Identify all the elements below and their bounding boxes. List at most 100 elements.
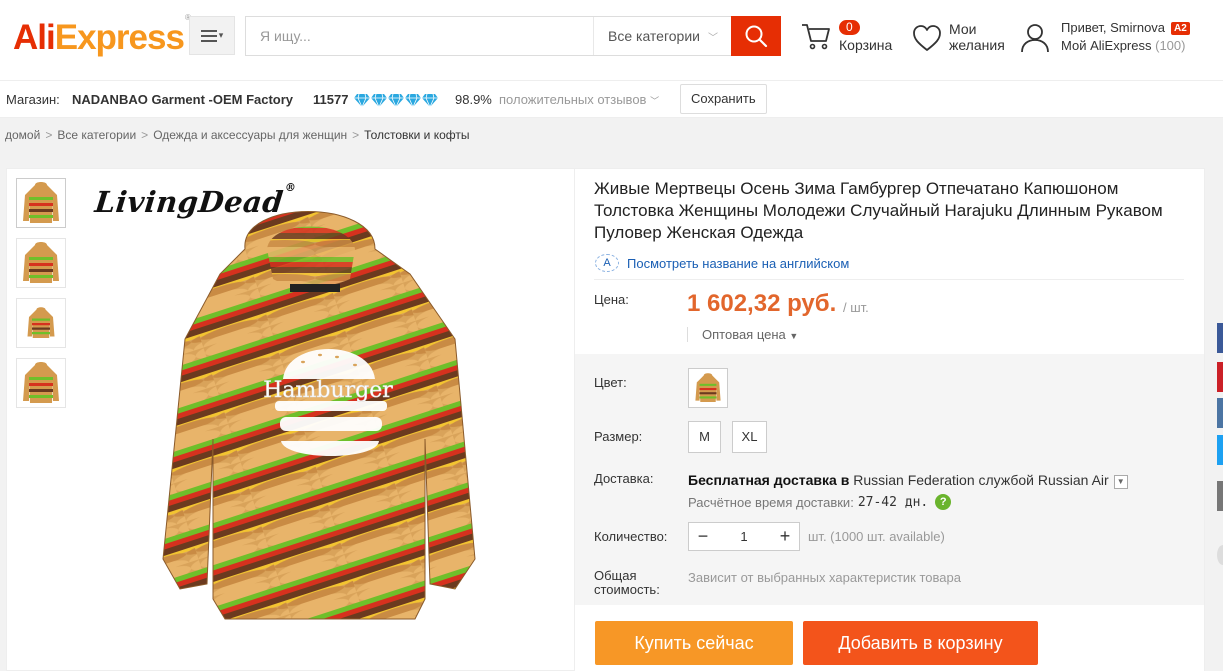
hoodie-print-text: Hamburger [263, 378, 393, 403]
caret-down-icon: ▼ [789, 331, 799, 341]
my-aliexpress-label: Мой AliExpress [1061, 38, 1152, 53]
color-swatch-image [695, 373, 721, 402]
search-box: Все категории ﹀ [245, 16, 732, 56]
cart-label: Корзина [839, 37, 893, 53]
shipping-dropdown-icon[interactable]: ▼ [1113, 475, 1128, 489]
logo-ali: Ali [13, 18, 56, 57]
product-title: Живые Мертвецы Осень Зима Гамбургер Отпе… [594, 179, 1163, 242]
add-to-cart-button[interactable]: Добавить в корзину [803, 621, 1038, 665]
delivery-estimate: Расчётное время доставки: 27-42 дн. ? [688, 494, 952, 510]
quantity-available: шт. (1000 шт. available) [808, 529, 945, 544]
quantity-decrease-button[interactable]: − [689, 523, 717, 550]
search-button[interactable] [731, 16, 781, 56]
user-icon [1021, 24, 1049, 53]
thumbnail-3[interactable] [16, 298, 66, 348]
diamond-icon [422, 93, 438, 107]
size-option-xl[interactable]: XL [732, 421, 767, 453]
facebook-share-icon[interactable] [1217, 323, 1223, 353]
thumbnail-4[interactable] [16, 358, 66, 408]
hoodie-thumbnail-image [23, 242, 59, 283]
quantity-input[interactable]: 1 [717, 523, 771, 550]
store-label: Магазин: [6, 92, 60, 107]
help-icon[interactable]: ? [935, 494, 952, 510]
shipping-service: Russian Air [1037, 472, 1109, 488]
store-score: 11577 [313, 92, 349, 107]
thumbnail-1[interactable] [16, 178, 66, 228]
positive-feedback-label: положительных отзывов [499, 92, 647, 107]
price-unit: / шт. [843, 300, 869, 315]
breadcrumb-separator: > [352, 128, 360, 142]
diamond-icon [405, 93, 421, 107]
total-cost-label-line1: Общая [594, 568, 637, 583]
back-to-top-button[interactable] [1217, 545, 1223, 565]
search-icon [745, 25, 768, 48]
heart-icon [913, 25, 941, 51]
hamburger-menu-icon [200, 29, 217, 42]
shipping-label: Доставка: [594, 471, 654, 486]
delivery-days: 27-42 дн. [857, 494, 929, 510]
translate-icon: A [595, 254, 619, 272]
price-label: Цена: [594, 292, 629, 307]
view-english-title-link[interactable]: A Посмотреть название на английском [595, 254, 849, 272]
site-header: AliExpress® ▾ Все категории ﹀ 0 Корзина … [0, 0, 1223, 80]
color-swatch-hamburger[interactable] [688, 368, 728, 408]
categories-menu-button[interactable]: ▾ [189, 16, 235, 55]
wishlist-label: Мои желания [949, 21, 1005, 53]
search-category-value: Все категории [608, 28, 700, 44]
product-main-image[interactable]: Hamburger [75, 179, 555, 659]
breadcrumb-separator: > [141, 128, 149, 142]
account-greeting: Привет, Smirnova A2 [1061, 20, 1190, 35]
total-cost-label-line2: стоимость: [594, 582, 660, 597]
total-cost-label: Общая стоимость: [594, 569, 660, 597]
size-option-m[interactable]: M [688, 421, 721, 453]
store-name-link[interactable]: NADANBAO Garment -OEM Factory [72, 81, 293, 119]
aliexpress-logo[interactable]: AliExpress® [13, 13, 191, 58]
share-icon[interactable] [1217, 481, 1223, 511]
vk-share-icon[interactable] [1217, 398, 1223, 428]
diamond-icon [371, 93, 387, 107]
account-count: (100) [1155, 38, 1186, 53]
shipping-via: службой [978, 472, 1034, 488]
wishlist-label-line1: Мои [949, 21, 977, 37]
breadcrumb-home[interactable]: домой [5, 128, 40, 142]
account-level-badge: A2 [1171, 22, 1190, 35]
quantity-label: Количество: [594, 529, 668, 544]
cart-count-badge: 0 [839, 20, 860, 35]
total-cost-value: Зависит от выбранных характеристик товар… [688, 570, 961, 585]
account-greeting-text: Привет, Smirnova [1061, 20, 1166, 35]
thumbnail-2[interactable] [16, 238, 66, 288]
thumbnail-list [16, 178, 66, 408]
product-price: 1 602,32 руб. [687, 290, 837, 317]
collar-label [290, 284, 340, 292]
shipping-free-text: Бесплатная доставка в [688, 472, 850, 488]
search-input[interactable] [246, 17, 593, 55]
breadcrumb-separator: > [45, 128, 53, 142]
buy-now-button[interactable]: Купить сейчас [595, 621, 793, 665]
logo-express: Express [54, 18, 185, 57]
twitter-share-icon[interactable] [1217, 435, 1223, 465]
caret-down-icon: ▾ [218, 30, 224, 40]
breadcrumb-women-clothing[interactable]: Одежда и аксессуары для женщин [153, 128, 347, 142]
store-rating-diamonds [354, 93, 438, 107]
my-aliexpress-link[interactable]: Мой AliExpress (100) [1061, 38, 1185, 53]
search-category-select[interactable]: Все категории ﹀ [593, 17, 732, 55]
diamond-icon [354, 93, 370, 107]
store-bar: Магазин: NADANBAO Garment -OEM Factory 1… [0, 80, 1223, 118]
size-label: Размер: [594, 429, 643, 444]
cart-link[interactable]: 0 Корзина [800, 18, 900, 58]
quantity-stepper: − 1 + [688, 522, 800, 551]
positive-feedback-dropdown[interactable]: положительных отзывов ﹀ [499, 81, 659, 120]
view-english-title-label: Посмотреть название на английском [627, 255, 850, 271]
divider [594, 279, 1184, 280]
chevron-down-icon: ﹀ [650, 96, 660, 106]
product-info-panel: Живые Мертвецы Осень Зима Гамбургер Отпе… [575, 168, 1205, 671]
color-label: Цвет: [594, 375, 627, 390]
diamond-icon [388, 93, 404, 107]
hoodie-thumbnail-image [23, 362, 59, 403]
wholesale-price-dropdown[interactable]: Оптовая цена ▼ [687, 327, 798, 342]
pinterest-share-icon[interactable] [1217, 362, 1223, 392]
save-store-button[interactable]: Сохранить [680, 84, 767, 114]
quantity-increase-button[interactable]: + [771, 523, 799, 550]
breadcrumb-all-categories[interactable]: Все категории [57, 128, 136, 142]
wholesale-price-label: Оптовая цена [702, 327, 786, 342]
